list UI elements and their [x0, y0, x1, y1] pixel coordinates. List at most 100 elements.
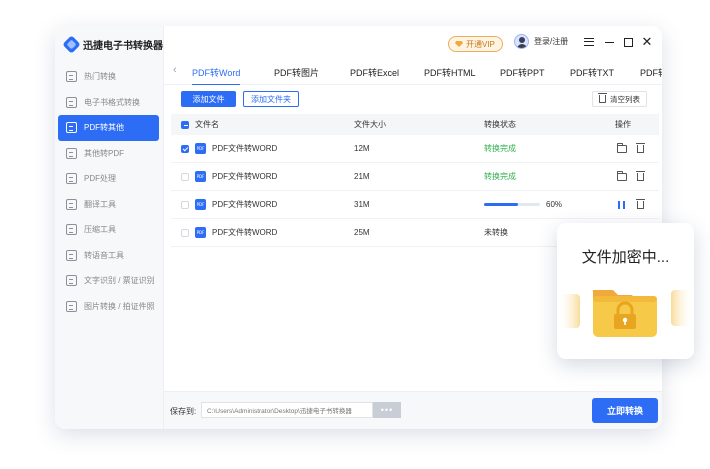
bottom-bar: 保存到: C:\Users\Administrator\Desktop\迅捷电子…	[164, 391, 662, 429]
encrypting-popup: 文件加密中...	[557, 223, 694, 359]
pdf-convert-icon	[66, 122, 77, 134]
file-size: 12M	[354, 144, 370, 153]
minimize-icon	[604, 41, 614, 43]
diamond-icon	[455, 41, 463, 47]
login-button[interactable]: 登录/注册	[514, 34, 568, 49]
app-name: 迅捷电子书转换器	[83, 40, 163, 52]
row-checkbox[interactable]	[181, 228, 189, 237]
vip-button[interactable]: 开通VIP	[448, 36, 503, 52]
pdf-file-icon	[195, 227, 206, 238]
popup-title: 文件加密中...	[581, 249, 670, 266]
menu-icon	[584, 38, 594, 46]
header-action: 操作	[615, 120, 631, 129]
save-path-field[interactable]: C:\Users\Administrator\Desktop\迅捷电子书转换器	[201, 402, 373, 418]
sidebar-item-image-convert[interactable]: 图片转换 / 拍证件照	[55, 294, 164, 320]
title-bar: 开通VIP 登录/注册 ✕	[164, 26, 662, 58]
header-filename: 文件名	[195, 120, 219, 129]
sidebar-item-label: 文字识别 / 票证识别	[84, 276, 155, 286]
row-checkbox[interactable]	[181, 144, 189, 153]
table-row[interactable]: PDF文件转WORD 12M 转换完成	[171, 135, 659, 163]
tab-pdf-to-txt[interactable]: PDF转TXT	[570, 66, 614, 79]
close-button[interactable]: ✕	[641, 35, 653, 48]
file-name: PDF文件转WORD	[212, 144, 278, 153]
tab-pdf-to-html[interactable]: PDF转HTML	[424, 66, 476, 79]
status-text: 转换完成	[484, 144, 516, 153]
sidebar-item-label: 翻译工具	[84, 199, 116, 209]
row-checkbox[interactable]	[181, 172, 189, 181]
sidebar-item-pdf-process[interactable]: PDF处理	[55, 166, 164, 192]
add-file-button[interactable]: 添加文件	[181, 91, 236, 107]
browse-button[interactable]: •••	[373, 402, 401, 418]
ebook-icon	[66, 96, 77, 108]
delete-icon[interactable]	[636, 142, 645, 153]
compress-icon	[66, 224, 77, 236]
sidebar-item-label: 热门转换	[84, 72, 116, 82]
sidebar-item-label: 压缩工具	[84, 225, 116, 235]
sidebar-item-label: PDF转其他	[84, 123, 124, 133]
tab-pdf-to-excel[interactable]: PDF转Excel	[350, 66, 399, 79]
open-folder-icon[interactable]	[617, 170, 627, 181]
pause-icon[interactable]	[618, 200, 625, 209]
open-folder-icon[interactable]	[617, 142, 627, 153]
maximize-icon	[623, 37, 633, 47]
tab-pdf-to-image[interactable]: PDF转图片	[274, 66, 319, 79]
row-checkbox[interactable]	[181, 200, 189, 209]
to-pdf-icon	[66, 147, 77, 159]
pdf-file-icon	[195, 143, 206, 154]
vip-label: 开通VIP	[466, 39, 495, 49]
tab-pdf-to-ppt[interactable]: PDF转PPT	[500, 66, 545, 79]
sidebar-item-translate[interactable]: 翻译工具	[55, 192, 164, 218]
save-to-label: 保存到:	[170, 407, 197, 416]
tab-pdf-to-word[interactable]: PDF转Word	[192, 66, 241, 86]
header-status: 转换状态	[484, 120, 516, 129]
convert-now-button[interactable]: 立即转换	[592, 398, 658, 423]
progress-cell: 60%	[484, 191, 562, 218]
file-size: 25M	[354, 228, 370, 237]
file-size: 31M	[354, 200, 370, 209]
menu-button[interactable]	[583, 36, 595, 48]
trash-icon	[598, 93, 607, 103]
format-tabs: ‹ PDF转Word PDF转图片 PDF转Excel PDF转HTML PDF…	[164, 58, 662, 86]
sidebar-item-compress[interactable]: 压缩工具	[55, 217, 164, 243]
sidebar-item-pdf-to-other[interactable]: PDF转其他	[58, 115, 159, 141]
maximize-button[interactable]	[622, 36, 634, 48]
table-row[interactable]: PDF文件转WORD 21M 转换完成	[171, 163, 659, 191]
image-icon	[66, 300, 77, 312]
status-text: 未转换	[484, 228, 508, 237]
file-name: PDF文件转WORD	[212, 200, 278, 209]
select-all-checkbox[interactable]	[181, 120, 189, 129]
file-name: PDF文件转WORD	[212, 172, 278, 181]
sidebar-item-ocr[interactable]: 文字识别 / 票证识别	[55, 268, 164, 294]
hot-icon	[66, 71, 77, 83]
clear-list-label: 清空列表	[610, 94, 640, 104]
sidebar-item-hot[interactable]: 热门转换	[55, 64, 164, 90]
progress-fill	[484, 203, 518, 206]
add-folder-button[interactable]: 添加文件夹	[243, 91, 299, 107]
translate-icon	[66, 198, 77, 210]
table-header: 文件名 文件大小 转换状态 操作	[171, 114, 659, 135]
sidebar-item-label: 转语音工具	[84, 250, 124, 260]
sidebar-item-speech[interactable]: 转语音工具	[55, 243, 164, 269]
header-filesize: 文件大小	[354, 120, 386, 129]
sidebar-item-label: PDF处理	[84, 174, 116, 184]
sidebar-item-ebook-format[interactable]: 电子书格式转换	[55, 90, 164, 116]
progress-percent: 60%	[546, 200, 563, 209]
progress-bar	[484, 203, 540, 206]
sidebar: 迅捷电子书转换器 热门转换 电子书格式转换 PDF转其他 其他转PDF PDF处…	[55, 26, 164, 429]
speech-icon	[66, 249, 77, 261]
pdf-process-icon	[66, 173, 77, 185]
chevron-left-icon[interactable]: ‹	[173, 64, 177, 76]
delete-icon[interactable]	[636, 170, 645, 181]
delete-icon[interactable]	[636, 198, 645, 209]
locked-folder-icon	[558, 290, 693, 337]
file-size: 21M	[354, 172, 370, 181]
sidebar-item-other-to-pdf[interactable]: 其他转PDF	[55, 141, 164, 167]
sidebar-item-label: 其他转PDF	[84, 148, 124, 158]
minimize-button[interactable]	[603, 36, 615, 48]
clear-list-button[interactable]: 清空列表	[592, 91, 647, 107]
file-toolbar: 添加文件 添加文件夹 清空列表	[171, 91, 659, 109]
table-row[interactable]: PDF文件转WORD 31M 60%	[171, 191, 659, 219]
brand: 迅捷电子书转换器	[62, 34, 163, 54]
tab-pdf-to-more[interactable]: PDF转	[640, 66, 662, 79]
ocr-icon	[66, 275, 77, 287]
